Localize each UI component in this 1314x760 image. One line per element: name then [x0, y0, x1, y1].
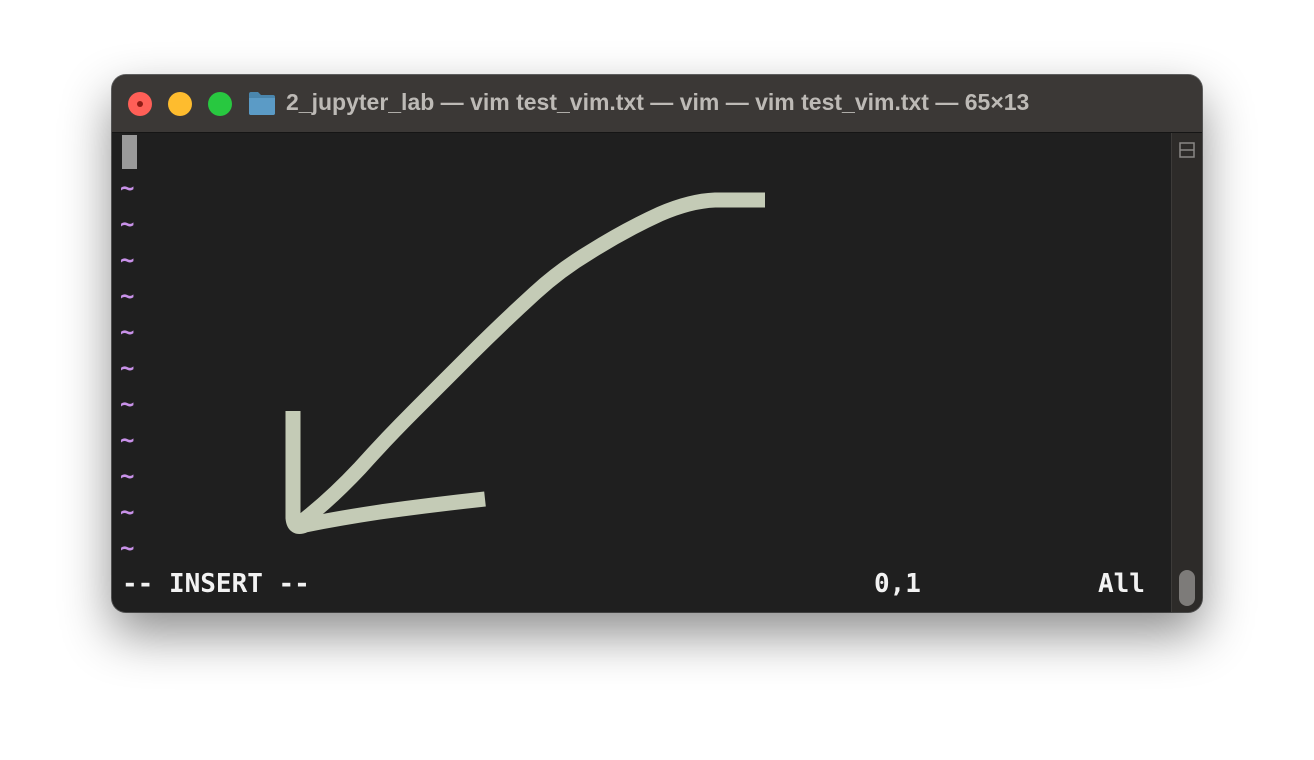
minimize-button[interactable]: [168, 92, 192, 116]
scroll-thumb[interactable]: [1179, 570, 1195, 606]
tilde-marker: ~: [120, 246, 135, 274]
tilde-marker: ~: [120, 426, 135, 454]
tilde-marker: ~: [120, 354, 135, 382]
tilde-marker: ~: [120, 462, 135, 490]
window-title: 2_jupyter_lab — vim test_vim.txt — vim —…: [286, 89, 1030, 115]
split-pane-icon[interactable]: [1179, 142, 1195, 158]
status-line: -- INSERT -- 0,1 All: [122, 566, 1152, 602]
close-dot-icon: [137, 101, 143, 107]
mode-indicator: -- INSERT --: [122, 569, 310, 599]
close-button[interactable]: [128, 92, 152, 116]
title-bar[interactable]: 2_jupyter_lab — vim test_vim.txt — vim —…: [112, 75, 1202, 133]
vim-editor[interactable]: ~ ~ ~ ~ ~ ~ ~ ~ ~ ~ ~ -- INSERT -- 0,1 A…: [112, 133, 1172, 612]
text-cursor: [122, 135, 137, 169]
folder-icon: [249, 92, 275, 115]
terminal-window: 2_jupyter_lab — vim test_vim.txt — vim —…: [112, 75, 1202, 612]
scroll-position: All: [1098, 569, 1145, 599]
cursor-position: 0,1: [874, 569, 921, 599]
maximize-button[interactable]: [208, 92, 232, 116]
tilde-marker: ~: [120, 210, 135, 238]
tilde-marker: ~: [120, 174, 135, 202]
tilde-marker: ~: [120, 390, 135, 418]
tilde-marker: ~: [120, 282, 135, 310]
vertical-scrollbar[interactable]: [1171, 133, 1202, 612]
empty-line-markers: ~ ~ ~ ~ ~ ~ ~ ~ ~ ~ ~: [120, 170, 134, 566]
tilde-marker: ~: [120, 498, 135, 526]
tilde-marker: ~: [120, 318, 135, 346]
tilde-marker: ~: [120, 534, 135, 562]
